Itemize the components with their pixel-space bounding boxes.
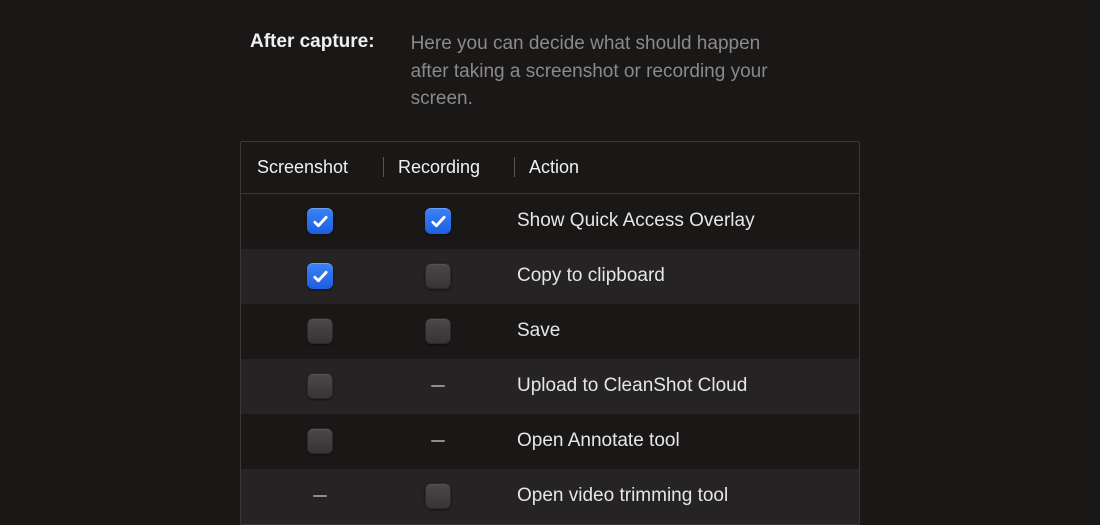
- cell-recording: [383, 483, 513, 509]
- cell-recording: [383, 440, 513, 443]
- cell-screenshot: [257, 208, 383, 234]
- table-row: Save: [241, 304, 859, 359]
- cell-recording: [383, 208, 513, 234]
- table-row: Copy to clipboard: [241, 249, 859, 304]
- column-header-recording: Recording: [398, 157, 514, 178]
- not-applicable-icon: [313, 495, 327, 498]
- action-label: Upload to CleanShot Cloud: [517, 375, 747, 396]
- action-label: Open Annotate tool: [517, 430, 680, 451]
- cell-screenshot: [257, 495, 383, 498]
- screenshot-checkbox[interactable]: [307, 318, 333, 344]
- action-label: Open video trimming tool: [517, 485, 728, 506]
- cell-recording: [383, 263, 513, 289]
- action-label: Copy to clipboard: [517, 265, 665, 286]
- screenshot-checkbox[interactable]: [307, 263, 333, 289]
- cell-recording: [383, 385, 513, 388]
- cell-action: Open video trimming tool: [513, 485, 843, 507]
- cell-screenshot: [257, 373, 383, 399]
- after-capture-table: Screenshot Recording Action Show Quick A…: [240, 141, 860, 525]
- not-applicable-icon: [431, 385, 445, 388]
- cell-action: Open Annotate tool: [513, 430, 843, 452]
- cell-action: Copy to clipboard: [513, 265, 843, 287]
- header-divider: [514, 157, 515, 177]
- cell-screenshot: [257, 263, 383, 289]
- table-header: Screenshot Recording Action: [241, 142, 859, 194]
- recording-checkbox[interactable]: [425, 318, 451, 344]
- table-row: Open video trimming tool: [241, 469, 859, 524]
- cell-recording: [383, 318, 513, 344]
- column-header-screenshot: Screenshot: [257, 157, 383, 178]
- section-description: Here you can decide what should happen a…: [411, 30, 791, 113]
- section-title: After capture:: [250, 30, 375, 113]
- screenshot-checkbox[interactable]: [307, 373, 333, 399]
- cell-action: Upload to CleanShot Cloud: [513, 375, 843, 397]
- cell-action: Show Quick Access Overlay: [513, 210, 843, 232]
- cell-action: Save: [513, 320, 843, 342]
- table-row: Show Quick Access Overlay: [241, 194, 859, 249]
- action-label: Save: [517, 320, 560, 341]
- cell-screenshot: [257, 428, 383, 454]
- recording-checkbox[interactable]: [425, 483, 451, 509]
- cell-screenshot: [257, 318, 383, 344]
- screenshot-checkbox[interactable]: [307, 428, 333, 454]
- screenshot-checkbox[interactable]: [307, 208, 333, 234]
- table-row: Open Annotate tool: [241, 414, 859, 469]
- table-row: Upload to CleanShot Cloud: [241, 359, 859, 414]
- not-applicable-icon: [431, 440, 445, 443]
- recording-checkbox[interactable]: [425, 263, 451, 289]
- recording-checkbox[interactable]: [425, 208, 451, 234]
- header-divider: [383, 157, 384, 177]
- column-header-action: Action: [529, 157, 843, 178]
- action-label: Show Quick Access Overlay: [517, 210, 755, 231]
